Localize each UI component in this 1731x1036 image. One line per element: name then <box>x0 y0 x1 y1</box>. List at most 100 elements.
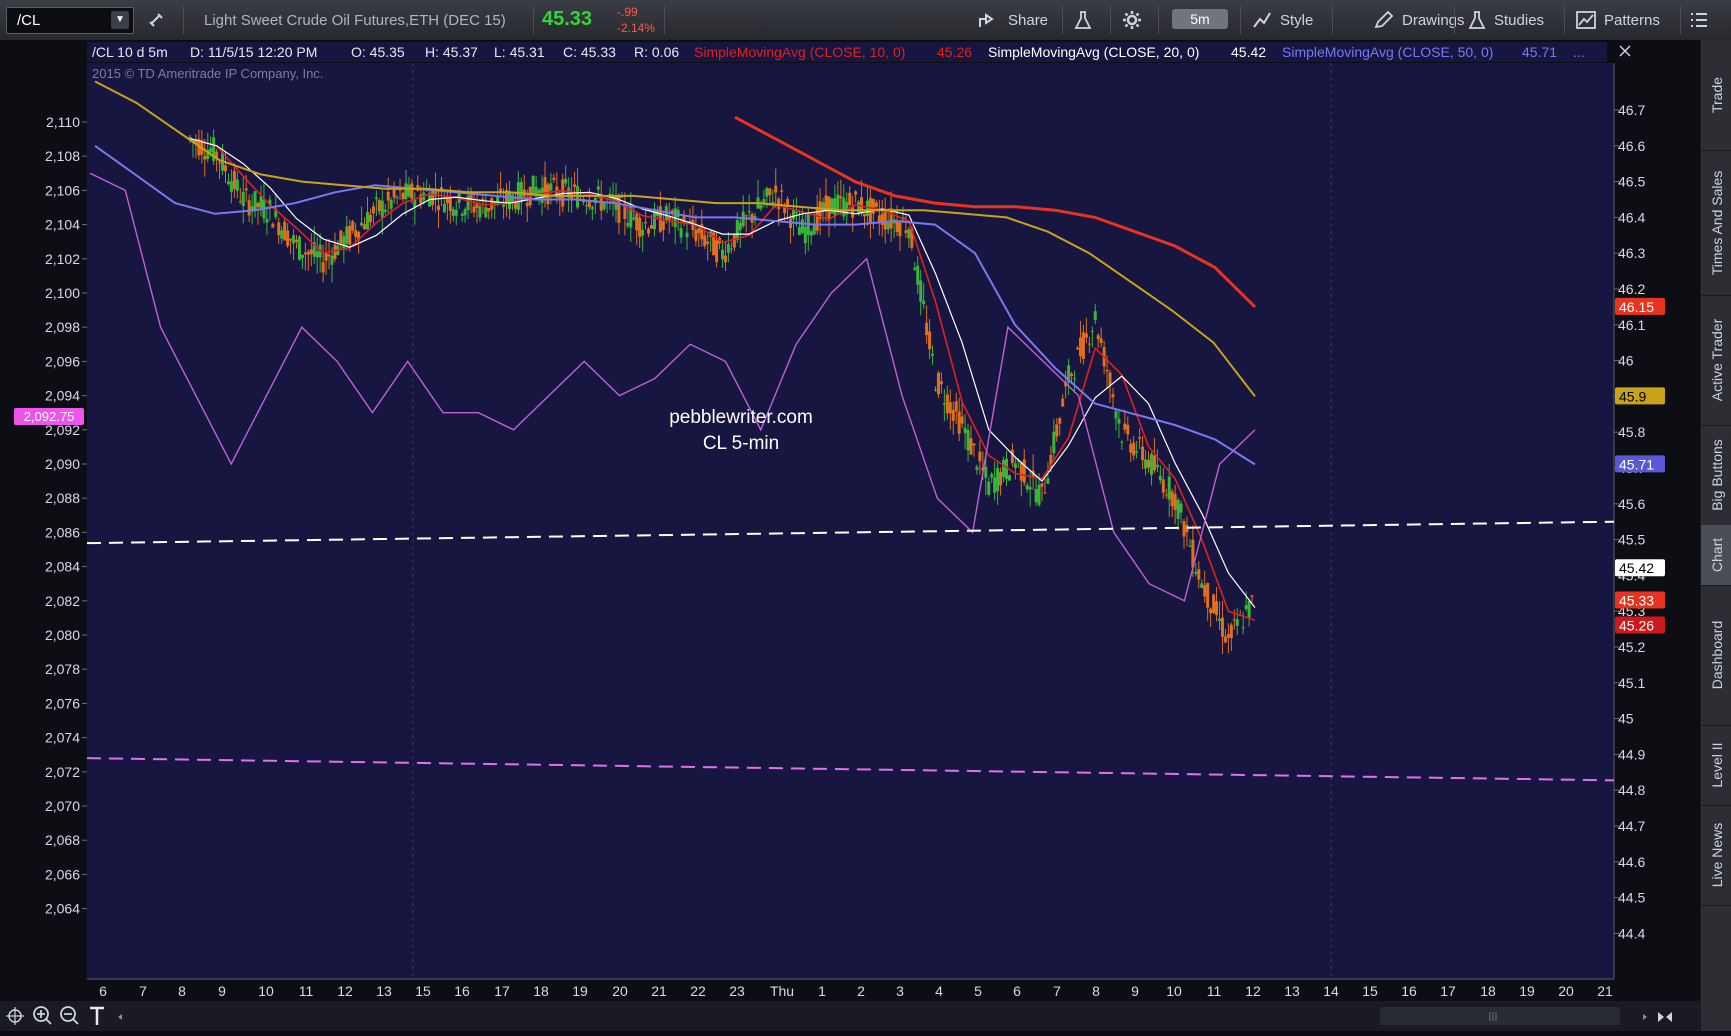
price-candle <box>1028 487 1032 490</box>
price-candle <box>936 372 940 395</box>
share-button[interactable]: Share <box>978 0 1048 40</box>
price-candle <box>463 209 467 216</box>
timeframe-button[interactable]: 5m <box>1172 9 1228 29</box>
price-badge-text: 45.26 <box>1619 618 1654 634</box>
right-axis-tick: 46.3 <box>1618 245 1645 261</box>
price-candle <box>1200 583 1204 589</box>
time-axis-label: 10 <box>1166 983 1182 999</box>
price-candle <box>1034 489 1038 503</box>
price-candle <box>552 177 556 180</box>
price-candle <box>919 280 923 302</box>
price-candle <box>1164 494 1168 496</box>
price-candle <box>371 206 375 214</box>
time-axis-label: 17 <box>494 983 510 999</box>
price-candle <box>1093 311 1097 321</box>
price-candle <box>431 190 435 206</box>
studies-button[interactable]: Studies <box>1468 0 1544 40</box>
percent-change: -2.14% <box>617 21 656 35</box>
price-candle <box>1235 619 1239 626</box>
price-candle <box>226 181 230 185</box>
price-candle <box>1182 521 1186 537</box>
sma10-label: SimpleMovingAvg (CLOSE, 10, 0) <box>694 44 905 60</box>
price-candle <box>1223 636 1227 643</box>
studies-label: Studies <box>1494 11 1545 29</box>
time-axis-label: Thu <box>770 983 794 999</box>
price-candle <box>999 472 1003 486</box>
price-candle <box>466 195 470 211</box>
price-candle <box>1105 370 1109 372</box>
time-axis-label: 9 <box>1131 983 1139 999</box>
style-button[interactable]: Style <box>1252 0 1313 40</box>
price-candle <box>800 219 804 233</box>
drawings-button[interactable]: Drawings <box>1374 0 1465 40</box>
price-candle <box>975 466 979 470</box>
price-candle <box>954 401 958 412</box>
price-candle <box>1138 437 1142 439</box>
price-candle <box>1135 451 1139 453</box>
time-axis-label: 21 <box>651 983 667 999</box>
price-candle <box>383 209 387 212</box>
right-axis-tick: 44.9 <box>1618 746 1645 762</box>
watermark-line1: pebblewriter.com <box>669 407 813 428</box>
left-axis-tick: 2,066 <box>45 866 80 882</box>
price-candle <box>635 213 639 231</box>
price-candle <box>978 451 982 462</box>
right-sidebar: Trade Times And Sales Active Trader Big But… <box>1700 40 1731 1031</box>
sidebar-tab-live-news[interactable]: Live News <box>1701 805 1731 906</box>
price-candle <box>1129 444 1133 453</box>
price-candle <box>286 230 290 246</box>
left-axis-tick: 2,088 <box>45 490 80 506</box>
price-candle <box>987 481 991 495</box>
price-candle <box>1084 333 1088 338</box>
time-axis-label: 6 <box>1013 983 1021 999</box>
bar-low: L: 45.31 <box>494 44 545 60</box>
left-axis-tick: 2,106 <box>45 182 80 198</box>
sidebar-tab-trade[interactable]: Trade <box>1701 40 1731 151</box>
price-chart[interactable]: /CL 10 d 5m D: 11/5/15 12:20 PM O: 45.35… <box>0 40 1700 1031</box>
price-candle <box>1141 446 1145 461</box>
price-candle <box>883 211 887 230</box>
sidebar-tab-times-and-sales[interactable]: Times And Sales <box>1701 150 1731 296</box>
bar-range: R: 0.06 <box>634 44 679 60</box>
price-candle <box>990 474 994 478</box>
sidebar-tab-level-ii[interactable]: Level II <box>1701 725 1731 806</box>
sidebar-tab-big-buttons[interactable]: Big Buttons <box>1701 425 1731 526</box>
price-candle <box>238 201 242 203</box>
horizontal-scrollbar[interactable] <box>1380 1007 1620 1025</box>
divider <box>1454 6 1455 34</box>
price-candle <box>1188 545 1192 547</box>
chart-area[interactable]: /CL 10 d 5m D: 11/5/15 12:20 PM O: 45.35… <box>0 40 1700 1031</box>
symbol-selector[interactable]: /CL ▼ <box>6 7 134 34</box>
price-candle <box>1149 453 1153 475</box>
price-candle <box>442 203 446 213</box>
sidebar-tab-dashboard[interactable]: Dashboard <box>1701 585 1731 726</box>
price-candle <box>848 192 852 205</box>
menu-icon[interactable] <box>1690 0 1708 40</box>
sidebar-tab-active-trader[interactable]: Active Trader <box>1701 295 1731 426</box>
link-icon[interactable] <box>146 0 166 40</box>
price-candle <box>1007 475 1011 481</box>
price-candle <box>1061 398 1065 407</box>
time-axis-label: 18 <box>1480 983 1496 999</box>
chart-header: /CL 10 d 5m D: 11/5/15 12:20 PM O: 45.35… <box>87 42 1607 62</box>
more-studies[interactable]: ... <box>1573 44 1585 60</box>
price-candle <box>531 175 535 196</box>
style-icon <box>1253 12 1271 28</box>
flask-icon[interactable] <box>1074 0 1092 40</box>
price-candle <box>1173 494 1177 510</box>
patterns-button[interactable]: Patterns <box>1576 0 1660 40</box>
price-candle <box>650 225 653 229</box>
gear-icon[interactable] <box>1122 0 1142 40</box>
price-candle <box>546 184 550 205</box>
price-candle <box>942 403 946 405</box>
right-axis-tick: 46 <box>1618 353 1634 369</box>
price-candle <box>865 200 869 216</box>
last-price: 45.33 <box>542 8 593 30</box>
price-candle <box>1250 595 1254 597</box>
chevron-down-icon[interactable]: ▼ <box>111 11 129 29</box>
sidebar-tab-chart[interactable]: Chart <box>1701 525 1731 586</box>
price-candle <box>321 262 325 273</box>
price-candle <box>1161 479 1165 493</box>
price-candle <box>1147 460 1150 468</box>
price-candle <box>1073 378 1077 380</box>
